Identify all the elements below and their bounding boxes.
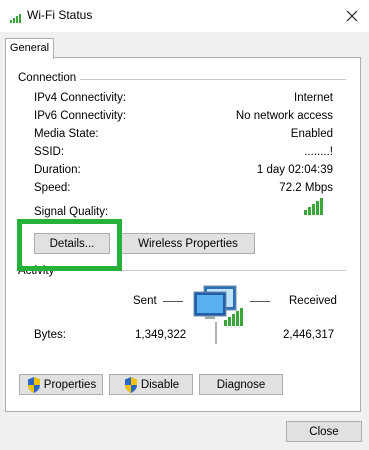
media-state-label: Media State: [34,128,99,140]
details-button-highlight [17,219,122,271]
bytes-label: Bytes: [34,329,66,341]
disable-button-label: Disable [140,378,180,391]
disable-button[interactable]: Disable [109,374,193,395]
tab-general-label: General [9,42,50,54]
sent-label: Sent [133,295,157,307]
ipv6-value: No network access [235,110,333,122]
duration-label: Duration: [34,164,81,176]
uac-shield-icon [124,376,137,393]
ipv6-label: IPv6 Connectivity: [34,110,127,122]
uac-shield-icon [27,376,40,393]
signal-quality-label: Signal Quality: [34,206,109,218]
duration-value: 1 day 02:04:39 [256,164,333,176]
close-icon[interactable] [340,4,364,28]
ssid-value: ........! [304,146,333,158]
ipv4-label: IPv4 Connectivity: [34,92,127,104]
connection-section-label: Connection [18,72,77,84]
bytes-sent-value: 1,349,322 [135,329,187,341]
properties-button[interactable]: Properties [19,374,103,395]
speed-label: Speed: [34,182,71,194]
received-label: Received [289,295,337,307]
tab-general[interactable]: General [5,38,54,59]
media-state-value: Enabled [290,128,333,140]
speed-value: 72.2 Mbps [279,182,333,194]
wireless-properties-button[interactable]: Wireless Properties [121,233,255,254]
connection-divider [80,79,346,80]
ipv4-value: Internet [294,92,333,104]
bytes-received-value: 2,446,317 [283,329,335,341]
wifi-signal-icon [10,14,21,23]
ssid-label: SSID: [34,146,65,158]
properties-button-label: Properties [43,378,97,391]
window-title: Wi-Fi Status [27,8,93,22]
diagnose-button[interactable]: Diagnose [199,374,283,395]
signal-strength-icon [304,198,323,215]
network-computers-icon [193,285,243,344]
sent-line [163,301,183,302]
received-line [250,301,270,302]
close-button[interactable]: Close [286,421,362,442]
